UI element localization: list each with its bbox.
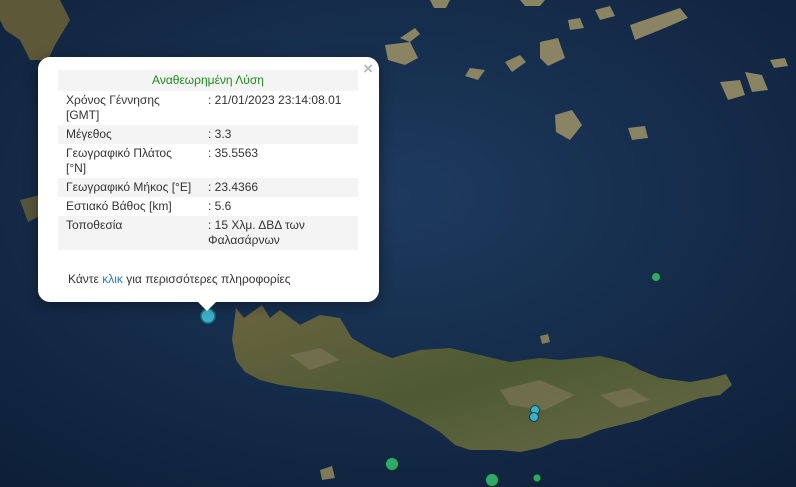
- detail-row-longitude: Γεωγραφικό Μήκος [°E] : 23.4366: [58, 178, 358, 197]
- earthquake-marker[interactable]: [532, 473, 542, 483]
- detail-row-latitude: Γεωγραφικό Πλάτος [°N] : 35.5563: [58, 144, 358, 178]
- depth-value: : 5.6: [208, 199, 232, 213]
- popup-title: Αναθεωρημένη Λύση: [58, 70, 358, 91]
- more-info-prefix: Κάντε: [68, 272, 99, 286]
- origin-time-value: : 21/01/2023 23:14:08.01: [208, 93, 342, 107]
- earthquake-marker[interactable]: [485, 473, 499, 487]
- earthquake-details-table: Αναθεωρημένη Λύση Χρόνος Γέννησης [GMT] …: [58, 70, 358, 250]
- more-info-link[interactable]: κλικ: [102, 272, 123, 286]
- longitude-value: : 23.4366: [202, 178, 358, 197]
- magnitude-label: Μέγεθος: [58, 125, 202, 144]
- close-icon[interactable]: ×: [363, 60, 373, 77]
- detail-row-magnitude: Μέγεθος : 3.3: [58, 125, 358, 144]
- latitude-label: Γεωγραφικό Πλάτος [°N]: [66, 146, 172, 175]
- popup-pointer: [196, 300, 218, 311]
- longitude-label: Γεωγραφικό Μήκος [°E]: [58, 178, 202, 197]
- location-label: Τοποθεσία: [58, 216, 202, 250]
- earthquake-marker[interactable]: [385, 457, 399, 471]
- location-value: : 15 Χλμ. ΔΒΔ των Φαλασάρνων: [202, 216, 358, 250]
- detail-row-location: Τοποθεσία : 15 Χλμ. ΔΒΔ των Φαλασάρνων: [58, 216, 358, 250]
- more-info-suffix: για περισσότερες πληροφορίες: [126, 272, 291, 286]
- latitude-value: : 35.5563: [208, 146, 259, 160]
- earthquake-marker[interactable]: [651, 272, 661, 282]
- origin-time-label: Χρόνος Γέννησης [GMT]: [66, 93, 160, 122]
- earthquake-marker[interactable]: [529, 412, 539, 422]
- more-info-line: Κάντε κλικ για περισσότερες πληροφορίες: [68, 272, 291, 286]
- magnitude-value: : 3.3: [202, 125, 358, 144]
- depth-label: Εστιακό Βάθος [km]: [66, 199, 172, 213]
- detail-row-depth: Εστιακό Βάθος [km] : 5.6: [58, 197, 358, 216]
- detail-row-origin-time: Χρόνος Γέννησης [GMT] : 21/01/2023 23:14…: [58, 91, 358, 125]
- selected-earthquake-marker[interactable]: [200, 308, 216, 324]
- earthquake-info-popup: × Αναθεωρημένη Λύση Χρόνος Γέννησης [GMT…: [38, 57, 379, 302]
